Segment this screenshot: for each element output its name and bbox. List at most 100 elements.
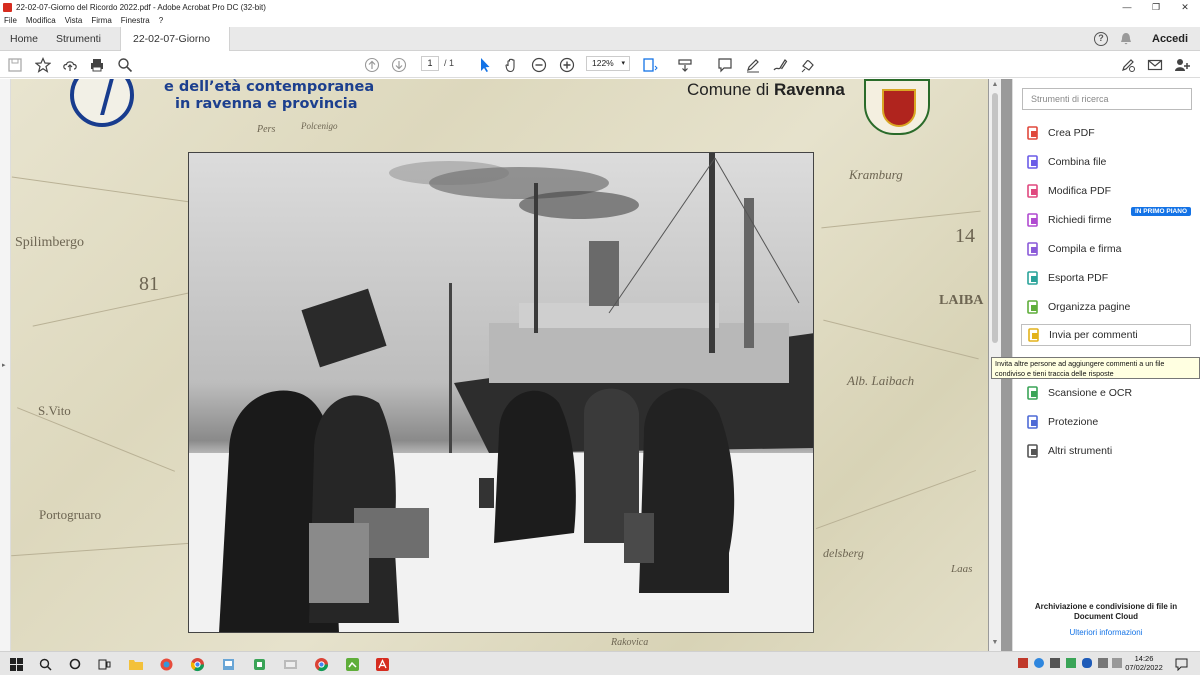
clock-date: 07/02/2022 — [1125, 663, 1163, 672]
tool-label: Esporta PDF — [1048, 272, 1109, 284]
draw-icon[interactable] — [771, 56, 789, 74]
save-icon[interactable] — [6, 56, 24, 74]
esporta-pdf-icon — [1025, 270, 1041, 286]
tooltip: Invita altre persone ad aggiungere comme… — [991, 357, 1200, 379]
volume-icon[interactable] — [1098, 658, 1108, 668]
map-label: Pers — [257, 124, 276, 135]
tool-combina-file[interactable]: Combina file — [1025, 151, 1191, 173]
featured-badge: IN PRIMO PIANO — [1131, 207, 1192, 216]
tool-organizza-pagine[interactable]: Organizza pagine — [1025, 296, 1191, 318]
comment-icon[interactable] — [716, 56, 734, 74]
prev-page-icon[interactable] — [363, 56, 381, 74]
help-icon[interactable]: ? — [1094, 32, 1108, 46]
map-label: delsberg — [823, 546, 864, 560]
tray-app-icon[interactable] — [1034, 658, 1044, 668]
map-label: LAIBA — [939, 293, 984, 308]
chrome-icon[interactable] — [312, 655, 330, 673]
map-label: Laas — [951, 563, 973, 575]
tool-crea-pdf[interactable]: Crea PDF — [1025, 122, 1191, 144]
app-icon[interactable] — [281, 655, 299, 673]
network-icon[interactable] — [1112, 658, 1122, 668]
menu-modifica[interactable]: Modifica — [26, 16, 56, 25]
email-icon[interactable] — [1146, 56, 1164, 74]
tool-esporta-pdf[interactable]: Esporta PDF — [1025, 267, 1191, 289]
heading-line-1: e dell’età contemporanea — [164, 79, 375, 95]
tools-search-input[interactable]: Strumenti di ricerca — [1022, 88, 1192, 110]
task-view-icon[interactable] — [95, 655, 113, 673]
bell-icon[interactable] — [1120, 27, 1132, 51]
chrome-icon[interactable] — [188, 655, 206, 673]
minimize-button[interactable]: — — [1112, 0, 1142, 14]
print-icon[interactable] — [88, 56, 106, 74]
page-number-input[interactable]: 1 — [421, 56, 439, 71]
tool-compila-e-firma[interactable]: Compila e firma — [1025, 238, 1191, 260]
tray-app-icon[interactable] — [1018, 658, 1028, 668]
zoom-out-icon[interactable] — [530, 56, 548, 74]
expand-arrow-icon[interactable]: ▸ — [2, 361, 6, 369]
menu-finestra[interactable]: Finestra — [121, 16, 150, 25]
bookmark-star-icon[interactable] — [34, 56, 52, 74]
tab-strumenti[interactable]: Strumenti — [56, 27, 101, 51]
map-label: S.Vito — [38, 403, 71, 418]
scroll-down-arrow-icon[interactable]: ▼ — [990, 639, 1000, 646]
bluetooth-icon[interactable] — [1082, 658, 1092, 668]
cortana-icon[interactable] — [66, 655, 84, 673]
shield-icon[interactable] — [1066, 658, 1076, 668]
app-icon[interactable] — [250, 655, 268, 673]
search-icon[interactable] — [36, 655, 54, 673]
tray-app-icon[interactable] — [1050, 658, 1060, 668]
photos-app-icon[interactable] — [157, 655, 175, 673]
menu-firma[interactable]: Firma — [91, 16, 111, 25]
tab-home[interactable]: Home — [10, 27, 38, 51]
highlight-pen-icon[interactable] — [744, 56, 762, 74]
tool-invia-per-commenti[interactable]: Invia per commenti — [1021, 324, 1191, 346]
window-title: 22-02-07-Giorno del Ricordo 2022.pdf - A… — [16, 2, 266, 12]
acrobat-taskbar-icon[interactable] — [373, 655, 391, 673]
scroll-thumb[interactable] — [992, 93, 998, 343]
system-clock[interactable]: 14:26 07/02/2022 — [1124, 654, 1164, 672]
upload-cloud-icon[interactable] — [61, 56, 79, 74]
fill-sign-icon[interactable] — [1119, 56, 1137, 74]
windows-taskbar: 14:26 07/02/2022 — [0, 651, 1200, 675]
map-label: 81 — [139, 273, 159, 295]
share-user-icon[interactable] — [1173, 56, 1191, 74]
file-explorer-icon[interactable] — [127, 655, 145, 673]
zoom-level-select[interactable]: 122% ▾ — [586, 56, 630, 71]
tool-protezione[interactable]: Protezione — [1025, 411, 1191, 433]
tool-label: Organizza pagine — [1048, 301, 1131, 313]
map-label: 14 — [955, 225, 975, 247]
institute-logo — [70, 79, 134, 127]
scroll-mode-icon[interactable] — [676, 56, 694, 74]
combina-file-icon — [1025, 154, 1041, 170]
app-icon[interactable] — [219, 655, 237, 673]
app-icon[interactable] — [343, 655, 361, 673]
left-panel-toggle[interactable]: ▸ — [0, 79, 11, 651]
ravenna-crest — [864, 79, 930, 135]
select-cursor-icon[interactable] — [476, 56, 494, 74]
sign-icon[interactable] — [799, 56, 817, 74]
windows-start-icon[interactable] — [7, 655, 25, 673]
menu-vista[interactable]: Vista — [65, 16, 83, 25]
document-viewer[interactable]: ▸ Kramburg 14 LAIBA Alb. Laibach Spilimb… — [0, 79, 1012, 651]
notification-icon[interactable] — [1172, 655, 1190, 673]
protezione-icon — [1025, 414, 1041, 430]
signin-button[interactable]: Accedi — [1152, 27, 1188, 51]
tab-document[interactable]: 22-02-07-Giorno d...✕ — [120, 27, 230, 69]
restore-button[interactable]: ❐ — [1141, 0, 1171, 14]
map-label: Rakovica — [611, 637, 649, 648]
tool-altri-strumenti[interactable]: Altri strumenti — [1025, 440, 1191, 462]
heading-line-2: in ravenna e provincia — [175, 96, 358, 112]
tool-scansione-e-ocr[interactable]: Scansione e OCR — [1025, 382, 1191, 404]
next-page-icon[interactable] — [390, 56, 408, 74]
tool-modifica-pdf[interactable]: Modifica PDF — [1025, 180, 1191, 202]
fit-page-icon[interactable] — [641, 56, 659, 74]
zoom-search-icon[interactable] — [116, 56, 134, 74]
scroll-up-arrow-icon[interactable]: ▲ — [990, 81, 1000, 88]
zoom-in-icon[interactable] — [558, 56, 576, 74]
menu-help[interactable]: ? — [159, 16, 163, 25]
clock-time: 14:26 — [1134, 654, 1154, 663]
close-window-button[interactable]: ✕ — [1170, 0, 1200, 14]
more-info-link[interactable]: Ulteriori informazioni — [1012, 628, 1200, 638]
hand-tool-icon[interactable] — [503, 56, 521, 74]
menu-file[interactable]: File — [4, 16, 17, 25]
